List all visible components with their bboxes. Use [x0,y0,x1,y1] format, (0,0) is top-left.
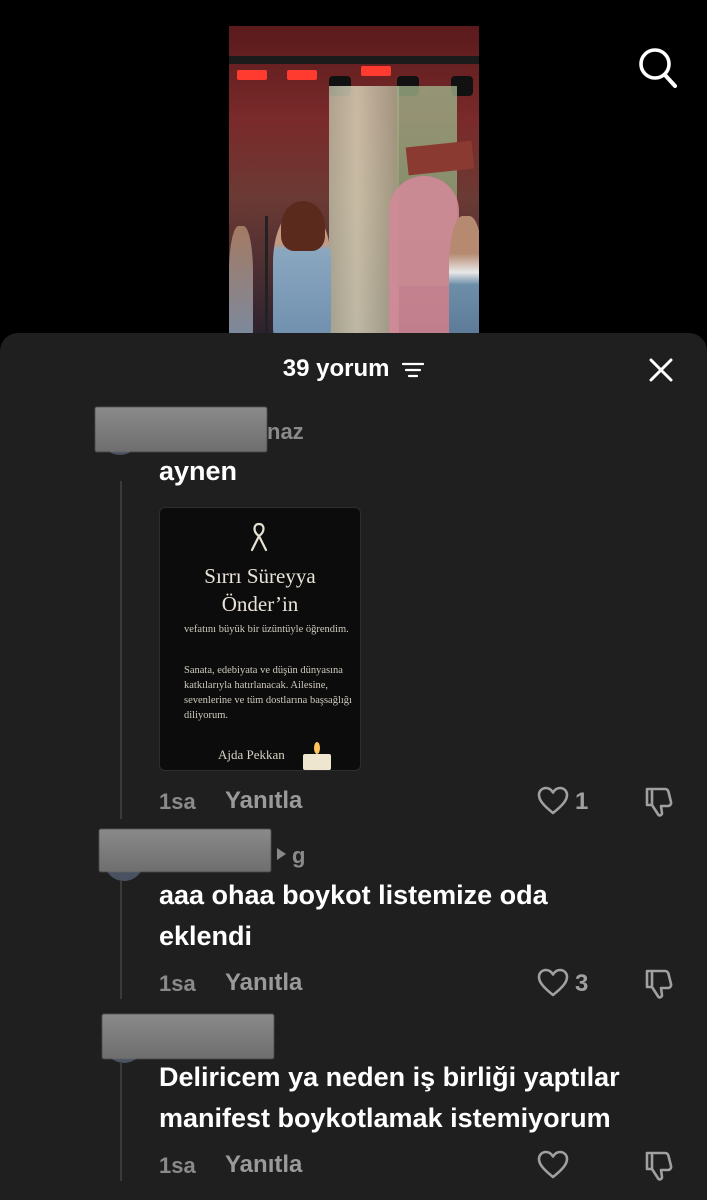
close-icon[interactable] [648,357,674,383]
attachment-title-line: Önder’in [221,592,299,616]
stage-performer [229,226,253,338]
comment-image-attachment[interactable]: Sırrı Süreyya Önder’in vefatını büyük bi… [159,507,361,771]
comment-text-line: manifest boykotlamak istemiyorum [159,1103,611,1133]
comment-text: aaa ohaa boykot listemize oda eklendi [159,875,699,957]
username[interactable]: naz [267,419,304,445]
reply-button[interactable]: Yanıtla [225,787,302,815]
redacted-username [99,829,271,872]
comment-time: 1sa [159,789,196,814]
attachment-signature: Ajda Pekkan [218,747,285,762]
mic-stand [265,216,268,336]
thread-line [120,1063,122,1181]
reply-arrow-icon [277,848,286,860]
comment-text: Deliricem ya neden iş birliği yaptılar m… [159,1057,699,1139]
stage-performer [449,216,479,338]
dislike-icon[interactable] [643,785,677,817]
like-count: 3 [575,970,589,997]
comment-text-line: eklendi [159,921,253,951]
like-count: 1 [575,788,589,815]
stage-flag [405,140,475,176]
performer-hair [281,201,325,251]
stage-truss [229,56,479,64]
stage-light [361,66,391,76]
heart-icon[interactable] [537,968,569,998]
thread-line [120,881,122,999]
attachment-title-line: Sırrı Süreyya [204,564,316,588]
attachment-paragraph: Sanata, edebiyata ve düşün dünyasına kat… [184,665,352,721]
comments-sheet: 39 yorum naz aynen Sırrı Süreyya Önder’i… [0,333,707,1200]
video-thumbnail[interactable] [229,26,479,338]
comment-time: 1sa [159,971,196,996]
comment-time: 1sa [159,1153,196,1178]
ribbon-icon [250,522,268,552]
reply-button[interactable]: Yanıtla [225,969,302,997]
dislike-icon[interactable] [643,1149,677,1181]
heart-icon[interactable] [537,1150,569,1180]
redacted-username [102,1014,274,1059]
filter-icon[interactable] [402,361,425,379]
comment-count-wrap[interactable]: 39 yorum [0,355,707,383]
search-icon[interactable] [637,46,677,88]
username[interactable]: g [292,843,305,869]
comment-text: aynen [159,456,238,486]
stage-light [287,70,317,80]
comment-text-line: Deliricem ya neden iş birliği yaptılar [159,1062,620,1092]
candle-icon [303,742,331,770]
dislike-icon[interactable] [643,967,677,999]
heart-icon[interactable] [537,786,569,816]
attachment-title: Sırrı Süreyya Önder’in [160,562,360,618]
comment-count-label: 39 yorum [282,355,390,382]
attachment-paragraph: vefatını büyük bir üzüntüyle öğrendim. [184,624,349,635]
redacted-username [95,407,267,452]
reply-button[interactable]: Yanıtla [225,1151,302,1179]
stage-light [237,70,267,80]
thread-line [120,481,122,819]
comment-text-line: aaa ohaa boykot listemize oda [159,880,548,910]
comments-header: 39 yorum [0,333,707,405]
